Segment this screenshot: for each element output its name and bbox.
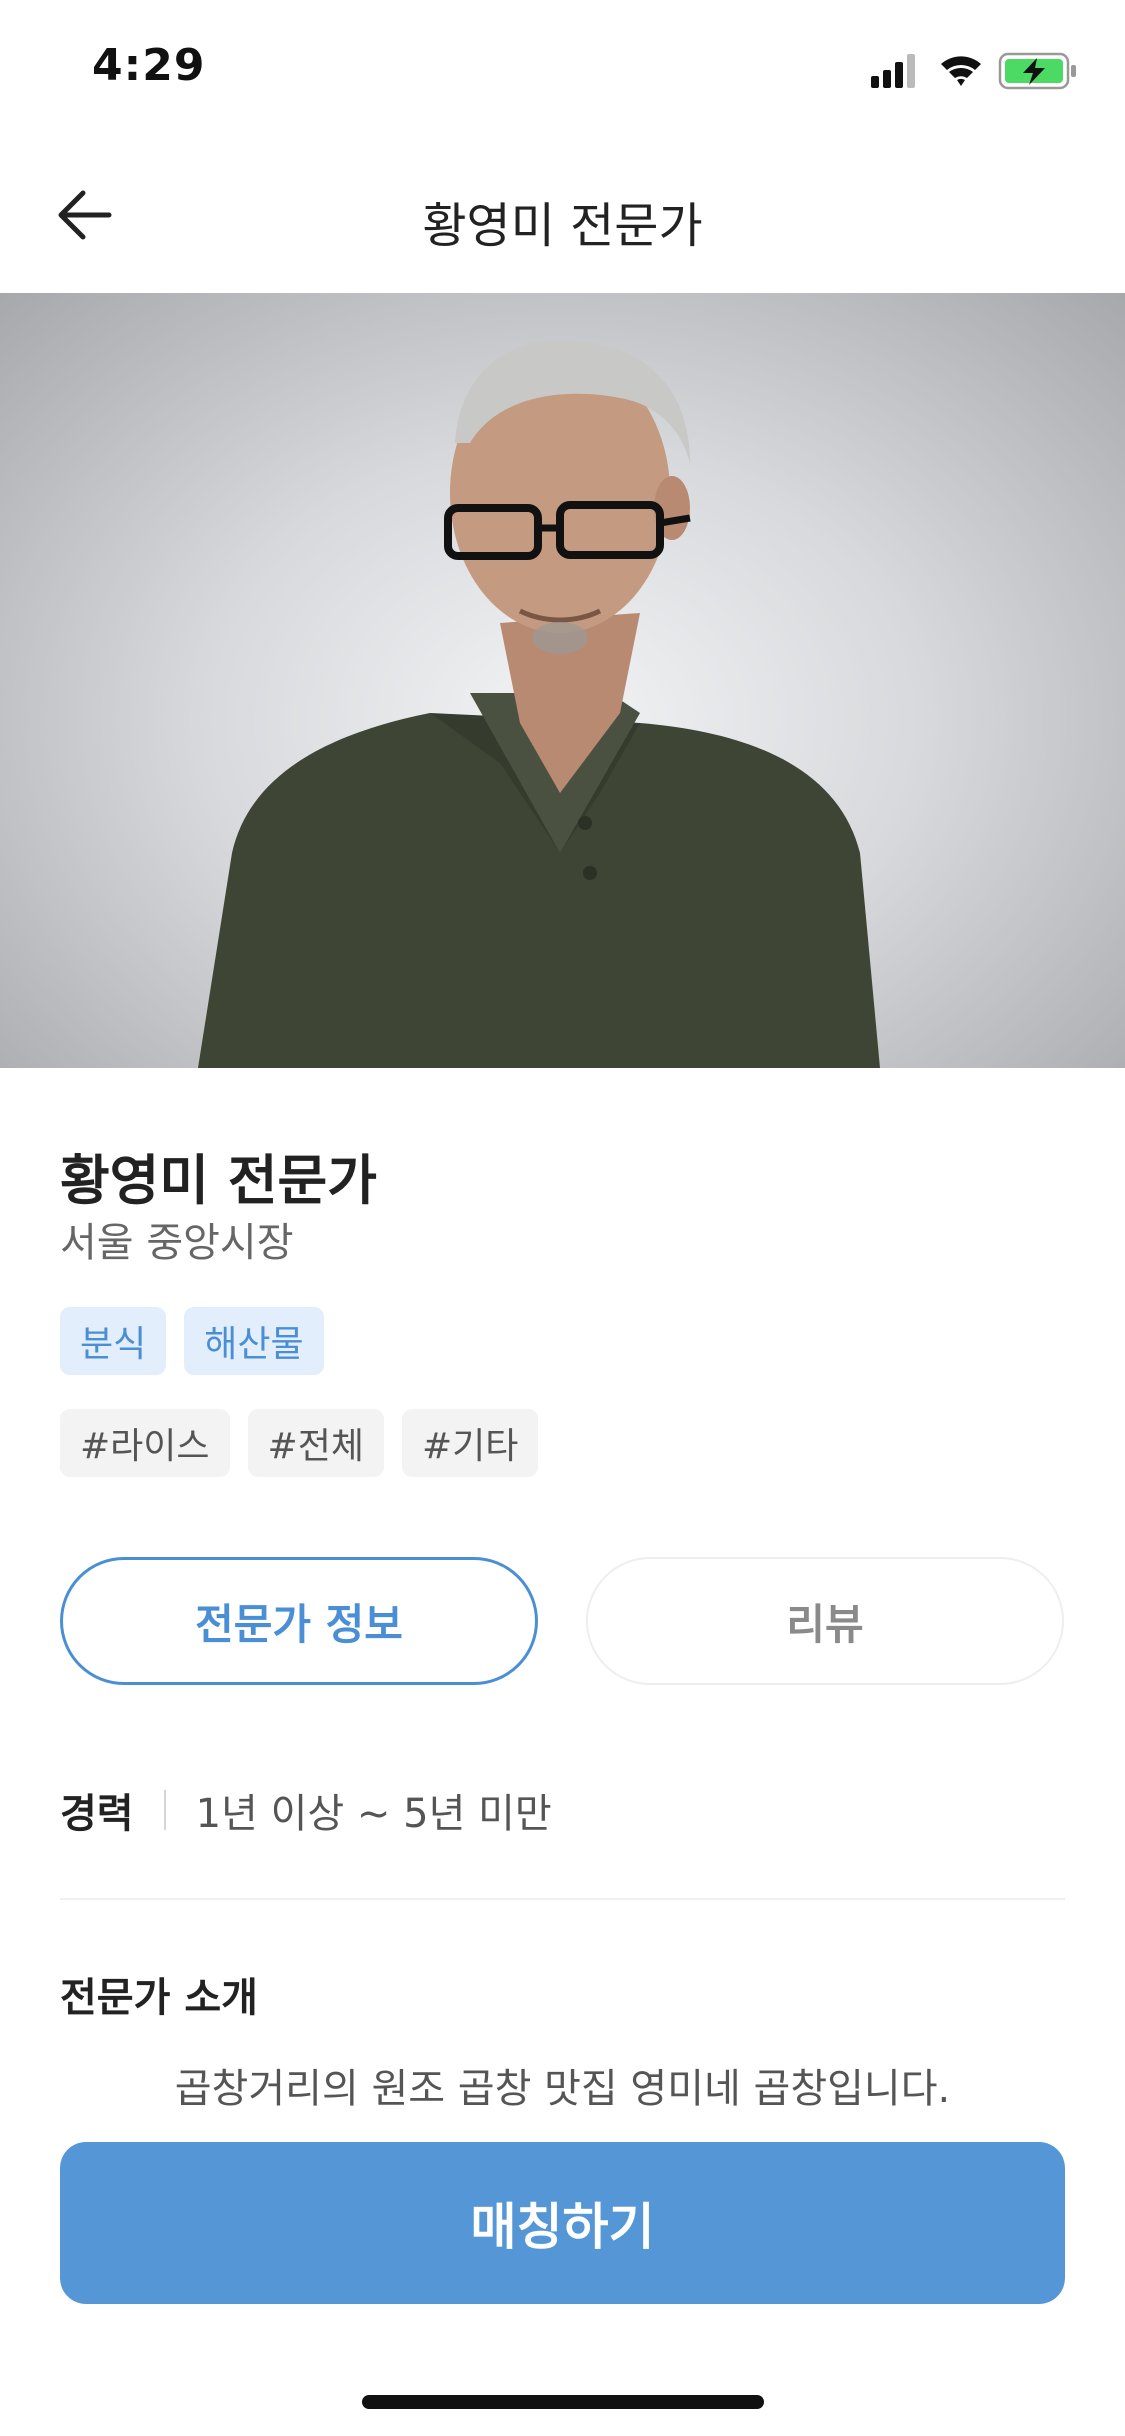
expert-photo <box>0 293 1125 1068</box>
home-indicator <box>362 2395 764 2409</box>
signal-icon <box>871 54 915 88</box>
match-button[interactable]: 매칭하기 <box>60 2142 1065 2304</box>
tab-expert-info[interactable]: 전문가 정보 <box>60 1557 538 1685</box>
nav-bar: 황영미 전문가 <box>0 150 1125 290</box>
category-chips: 분식 해산물 <box>60 1307 324 1375</box>
expert-name: 황영미 전문가 <box>60 1149 377 1212</box>
hashtag-chips: #라이스 #전체 #기타 <box>60 1409 539 1477</box>
status-time: 4:29 <box>92 40 206 91</box>
tab-reviews[interactable]: 리뷰 <box>586 1557 1064 1685</box>
battery-charging-icon <box>998 52 1076 90</box>
expert-portrait-photo <box>198 339 880 1068</box>
status-bar: 4:29 <box>0 0 1125 132</box>
career-divider <box>163 1790 166 1830</box>
hashtag-chip: #라이스 <box>60 1409 230 1477</box>
hashtag-chip: #전체 <box>247 1409 384 1477</box>
career-value: 1년 이상 ~ 5년 미만 <box>195 1791 552 1837</box>
page-title: 황영미 전문가 <box>422 198 703 254</box>
wifi-icon <box>941 56 981 86</box>
career-row: 경력 1년 이상 ~ 5년 미만 <box>60 1780 552 1840</box>
hashtag-chip: #기타 <box>401 1409 539 1477</box>
status-icons <box>871 48 1081 92</box>
intro-text: 곱창거리의 원조 곱창 맛집 영미네 곱창입니다. <box>174 2066 951 2112</box>
career-label: 경력 <box>60 1791 134 1837</box>
intro-title: 전문가 소개 <box>60 1975 258 2021</box>
expert-location: 서울 중앙시장 <box>60 1220 294 1266</box>
category-chip: 해산물 <box>184 1307 324 1375</box>
category-chip: 분식 <box>60 1307 167 1375</box>
section-divider <box>60 1898 1065 1900</box>
